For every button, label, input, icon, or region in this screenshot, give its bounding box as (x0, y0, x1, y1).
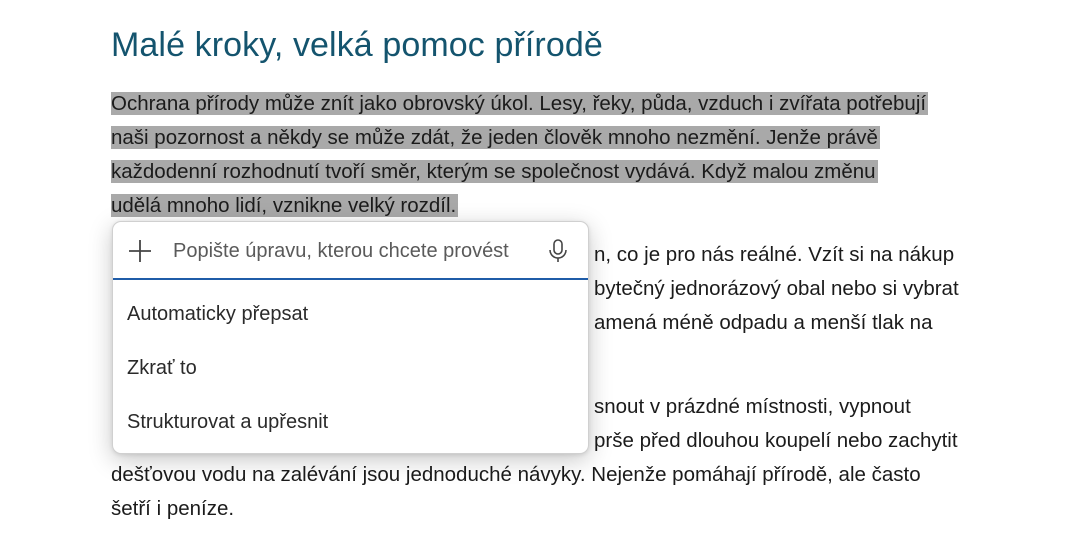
text-line[interactable]: bytečný jednorázový obal nebo si vybrat (594, 272, 959, 306)
selected-text-line[interactable]: naši pozornost a někdy se může zdát, že … (111, 126, 880, 149)
option-auto-rewrite[interactable]: Automaticky přepsat (113, 287, 588, 341)
document-title[interactable]: Malé kroky, velká pomoc přírodě (111, 26, 603, 65)
option-shorten[interactable]: Zkrať to (113, 341, 588, 395)
prompt-row (113, 222, 588, 280)
selected-text-line[interactable]: každodenní rozhodnutí tvoří směr, kterým… (111, 160, 878, 183)
text-line[interactable]: šetří i peníze. (111, 492, 234, 526)
plus-icon[interactable] (127, 238, 153, 264)
text-line[interactable]: n, co je pro nás reálné. Vzít si na náku… (594, 238, 954, 272)
microphone-icon[interactable] (547, 238, 569, 264)
selected-text-line[interactable]: udělá mnoho lidí, vznikne velký rozdíl. (111, 194, 459, 217)
rewrite-popup: Automaticky přepsat Zkrať to Strukturova… (112, 221, 589, 454)
rewrite-options-menu: Automaticky přepsat Zkrať to Strukturova… (113, 287, 588, 449)
selected-text-line[interactable]: Ochrana přírody může znít jako obrovský … (111, 92, 929, 115)
text-line[interactable]: prše před dlouhou koupelí nebo zachytit (594, 424, 958, 458)
option-structure-refine[interactable]: Strukturovat a upřesnit (113, 395, 588, 449)
text-line[interactable]: snout v prázdné místnosti, vypnout (594, 390, 911, 424)
edit-prompt-input[interactable] (173, 236, 543, 266)
text-line[interactable]: dešťovou vodu na zalévání jsou jednoduch… (111, 458, 921, 492)
text-line[interactable]: amená méně odpadu a menší tlak na (594, 306, 932, 340)
